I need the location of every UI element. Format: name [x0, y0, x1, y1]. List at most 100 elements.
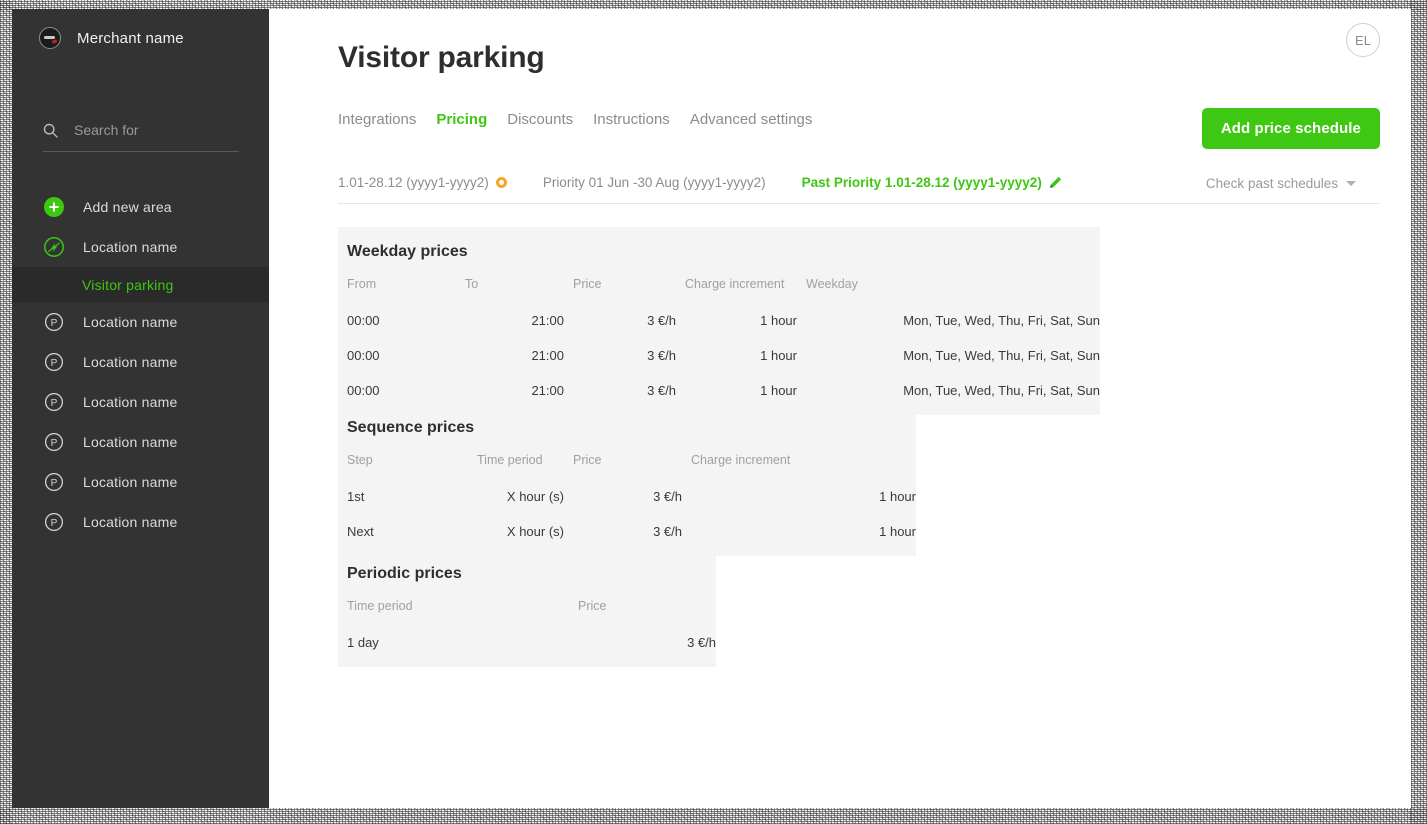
- sidebar-item-location-ev[interactable]: Location name: [12, 227, 269, 267]
- svg-text:P: P: [51, 318, 58, 329]
- sidebar-item-location-1[interactable]: P Location name: [12, 302, 269, 342]
- sidebar-search[interactable]: [43, 122, 239, 152]
- sidebar-item-label: Location name: [83, 354, 178, 370]
- sidebar-item-label: Location name: [83, 434, 178, 450]
- schedule-tab-label: Priority 01 Jun -30 Aug (yyyy1-yyyy2): [542, 175, 766, 190]
- edit-pencil-icon[interactable]: [1049, 176, 1062, 189]
- table-row: 00:00 21:00 3 €/h 1 hour Mon, Tue, Wed, …: [338, 338, 1100, 373]
- search-icon: [43, 123, 58, 138]
- sidebar-item-location-2[interactable]: P Location name: [12, 342, 269, 382]
- parking-p-icon: P: [43, 391, 65, 413]
- column-header-price: Price: [573, 453, 602, 467]
- sidebar-item-visitor-parking[interactable]: Visitor parking: [12, 267, 269, 302]
- schedule-tab-past-priority[interactable]: Past Priority 1.01-28.12 (yyyy1-yyyy2): [802, 175, 1062, 190]
- column-header-price: Price: [573, 277, 602, 291]
- avatar[interactable]: EL: [1346, 23, 1380, 57]
- sidebar-item-location-3[interactable]: P Location name: [12, 382, 269, 422]
- column-header-time-period: Time period: [347, 599, 413, 613]
- tab-discounts[interactable]: Discounts: [507, 111, 573, 128]
- svg-text:P: P: [51, 358, 58, 369]
- panel-title: Weekday prices: [347, 243, 468, 260]
- cell-from: 00:00: [347, 313, 380, 328]
- sidebar-item-label: Location name: [83, 514, 178, 530]
- table-header-row: From To Price Charge increment Weekday: [338, 277, 1100, 303]
- sidebar-item-location-4[interactable]: P Location name: [12, 422, 269, 462]
- parking-p-icon: P: [43, 431, 65, 453]
- check-past-schedules-dropdown[interactable]: Check past schedules: [1206, 162, 1356, 204]
- chevron-down-icon: [1346, 180, 1356, 186]
- sidebar-item-label: Add new area: [83, 199, 172, 215]
- sidebar-item-label: Location name: [83, 314, 178, 330]
- schedule-tab-current[interactable]: 1.01-28.12 (yyyy1-yyyy2): [338, 175, 507, 190]
- cell-price: 3 €/h: [647, 313, 676, 328]
- schedule-tab-label: 1.01-28.12 (yyyy1-yyyy2): [338, 175, 489, 190]
- table-header-row: Time period Price: [338, 599, 716, 625]
- table-row: 1 day 3 €/h: [338, 625, 716, 667]
- weekday-prices-table: From To Price Charge increment Weekday 0…: [338, 277, 1100, 415]
- search-input[interactable]: [74, 122, 234, 138]
- column-header-charge-increment: Charge increment: [685, 277, 785, 291]
- image-border-noise-right: [1411, 0, 1427, 824]
- sequence-prices-table: Step Time period Price Charge increment …: [338, 453, 916, 556]
- parking-p-icon: P: [43, 471, 65, 493]
- parking-p-icon: P: [43, 351, 65, 373]
- table-header-row: Step Time period Price Charge increment: [338, 453, 916, 479]
- column-header-charge-increment: Charge increment: [691, 453, 791, 467]
- cell-from: 00:00: [347, 348, 380, 363]
- cell-price: 3 €/h: [687, 635, 716, 650]
- cell-price: 3 €/h: [647, 348, 676, 363]
- column-header-price: Price: [578, 599, 607, 613]
- sidebar-item-location-6[interactable]: P Location name: [12, 502, 269, 542]
- tab-instructions[interactable]: Instructions: [593, 111, 670, 128]
- schedule-tab-priority[interactable]: Priority 01 Jun -30 Aug (yyyy1-yyyy2): [543, 175, 766, 190]
- sidebar-item-add-new-area[interactable]: Add new area: [12, 187, 269, 227]
- table-row: 00:00 21:00 3 €/h 1 hour Mon, Tue, Wed, …: [338, 303, 1100, 338]
- tab-integrations[interactable]: Integrations: [338, 111, 416, 128]
- table-row: 1st X hour (s) 3 €/h 1 hour: [338, 479, 916, 514]
- sidebar-item-label: Visitor parking: [82, 276, 174, 293]
- sidebar-item-label: Location name: [83, 394, 178, 410]
- cell-step: 1st: [347, 489, 365, 504]
- sequence-prices-panel: Sequence prices Step Time period Price C…: [338, 403, 916, 556]
- plus-circle-icon: [43, 196, 65, 218]
- cell-charge-increment: 1 hour: [879, 489, 916, 504]
- add-price-schedule-button[interactable]: Add price schedule: [1201, 108, 1380, 149]
- cell-weekday: Mon, Tue, Wed, Thu, Fri, Sat, Sun: [903, 348, 1100, 363]
- ev-charger-icon: [43, 236, 65, 258]
- screenshot-frame: Merchant name Search for Add new area Lo…: [0, 0, 1427, 824]
- sidebar: Merchant name Search for Add new area Lo…: [12, 9, 269, 808]
- cell-charge-increment: 1 hour: [760, 313, 797, 328]
- image-border-noise-left: [0, 0, 12, 824]
- column-header-time-period: Time period: [477, 453, 543, 467]
- column-header-from: From: [347, 277, 377, 291]
- periodic-prices-panel: Periodic prices Time period Price 1 day …: [338, 549, 786, 667]
- main-content: Visitor parking EL Integrations Pricing …: [269, 9, 1411, 808]
- check-past-schedules-label: Check past schedules: [1205, 175, 1338, 191]
- cell-to: 21:00: [531, 348, 564, 363]
- column-header-weekday: Weekday: [806, 277, 858, 291]
- schedule-tab-label: Past Priority 1.01-28.12 (yyyy1-yyyy2): [801, 175, 1042, 190]
- svg-text:P: P: [51, 398, 58, 409]
- cell-charge-increment: 1 hour: [760, 348, 797, 363]
- cell-time-period: X hour (s): [506, 489, 564, 504]
- tab-pricing[interactable]: Pricing: [436, 111, 487, 128]
- cell-weekday: Mon, Tue, Wed, Thu, Fri, Sat, Sun: [903, 313, 1100, 328]
- tab-advanced-settings[interactable]: Advanced settings: [690, 111, 813, 128]
- panel-title: Periodic prices: [347, 565, 462, 582]
- periodic-prices-table: Time period Price 1 day 3 €/h: [338, 599, 716, 667]
- sidebar-nav: Add new area Location name Visitor parki…: [12, 187, 269, 542]
- merchant-name-label: Merchant name: [77, 29, 184, 47]
- svg-text:P: P: [51, 438, 58, 449]
- brand-header[interactable]: Merchant name: [39, 27, 184, 49]
- sidebar-item-label: Location name: [83, 474, 178, 490]
- cell-charge-increment: 1 hour: [879, 524, 916, 539]
- application-window: Merchant name Search for Add new area Lo…: [12, 9, 1411, 808]
- panel-title: Sequence prices: [347, 419, 475, 436]
- svg-text:P: P: [51, 478, 58, 489]
- cell-to: 21:00: [531, 313, 564, 328]
- parking-p-icon: P: [43, 311, 65, 333]
- schedule-tabs: 1.01-28.12 (yyyy1-yyyy2) Priority 01 Jun…: [338, 162, 1379, 204]
- column-header-to: To: [465, 277, 479, 291]
- sidebar-item-location-5[interactable]: P Location name: [12, 462, 269, 502]
- orange-ring-icon: [495, 177, 507, 188]
